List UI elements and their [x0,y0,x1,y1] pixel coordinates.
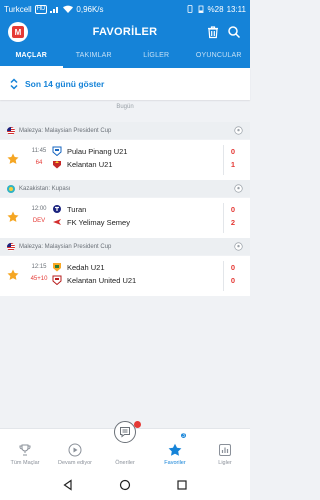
match-time: 12:00 [31,206,47,212]
tab-players[interactable]: OYUNCULAR [188,46,251,68]
search-icon[interactable] [227,25,241,39]
kedah-crest-icon [53,263,61,272]
star-icon [168,443,182,456]
match-row[interactable]: 12:00 DEV Turan FK Yelimay Semey 0 2 [0,198,250,238]
match-row[interactable]: 11:45 64 Pulau Pinang U21 Kelantan U21 0… [0,140,250,180]
home-team: Turan [53,205,87,214]
nav-all-matches[interactable]: Tüm Maçlar [0,429,50,470]
app-bar: M FAVORİLER [0,18,250,46]
tab-leagues[interactable]: LİGLER [125,46,188,68]
league-name: Malezya: Malaysian President Cup [19,127,112,134]
league-name: Malezya: Malaysian President Cup [19,243,112,250]
tab-matches[interactable]: MAÇLAR [0,46,63,68]
home-score: 0 [230,263,235,272]
system-navigation [0,470,250,500]
away-score: 2 [230,218,235,227]
home-team-name: Pulau Pinang U21 [67,147,128,156]
away-team-name: Kelantan U21 [67,160,113,169]
home-icon[interactable] [119,479,131,491]
home-team: Pulau Pinang U21 [52,146,128,156]
tab-bar: MAÇLAR TAKIMLAR LİGLER OYUNCULAR [0,46,250,68]
away-team: Kelantan United U21 [52,275,137,285]
home-team: Kedah U21 [53,263,105,272]
network-speed: 0,96K/s [76,4,104,14]
away-team-name: FK Yelimay Semey [67,218,130,227]
home-team-name: Turan [67,205,87,214]
favorite-star-icon[interactable] [7,153,19,165]
match-time: 11:45 [31,148,47,154]
league-header[interactable]: Malezya: Malaysian President Cup [0,122,250,139]
expand-arrows-icon [10,78,18,90]
nav-tips[interactable]: Öneriler [100,421,150,470]
signal-icon [50,7,59,13]
home-score: 0 [230,205,235,214]
tips-icon [114,421,136,443]
match-minute: 45+10 [30,276,48,282]
notification-dot [134,421,141,428]
match-time: 12:15 [31,264,47,270]
home-team-name: Kedah U21 [67,263,105,272]
nav-leagues[interactable]: Ligler [200,429,250,470]
bottom-navigation: Tüm Maçlar Devam ediyor Öneriler 3 Favor… [0,421,250,470]
trash-icon[interactable] [206,25,220,39]
league-name: Kazakistan: Kupası [19,185,71,192]
turan-crest-icon [53,205,61,213]
yelimay-crest-icon [53,219,61,225]
nav-favorites[interactable]: 3 Favoriler [150,429,200,470]
day-label: Bugün [116,104,134,110]
pulau-pinang-crest-icon [52,146,62,156]
favorite-star-icon[interactable] [7,269,19,281]
carrier-name: Turkcell [4,4,32,14]
away-team: FK Yelimay Semey [53,218,130,227]
tab-teams[interactable]: TAKIMLAR [63,46,126,68]
score-divider [223,203,224,233]
status-bar: Turkcell HD 0,96K/s %28 13:11 [0,0,250,18]
filter-label: Son 14 günü göster [25,79,105,89]
away-team-name: Kelantan United U21 [67,276,137,285]
football-icon [234,126,243,135]
date-range-filter[interactable]: Son 14 günü göster [0,68,250,100]
bar-chart-icon [219,444,231,456]
kelantan-united-crest-icon [52,275,62,285]
league-header[interactable]: Kazakistan: Kupası [0,180,250,197]
league-header[interactable]: Malezya: Malaysian President Cup [0,238,250,255]
nav-label: Tüm Maçlar [10,460,40,466]
nav-label: Öneriler [115,460,135,466]
malaysia-flag-icon [7,242,15,251]
score-divider [223,145,224,175]
vibrate-icon [187,5,192,13]
kelantan-crest-icon [53,161,61,169]
play-icon [68,443,82,457]
football-icon [234,242,243,251]
malaysia-flag-icon [7,126,15,135]
battery-icon [198,5,203,13]
football-icon [234,184,243,193]
match-minute: 64 [35,160,43,166]
favorite-star-icon[interactable] [7,211,19,223]
trophy-icon [19,444,31,456]
nav-label: Devam ediyor [58,460,92,466]
nav-label: Favoriler [164,460,186,466]
clock: 13:11 [226,4,246,14]
match-row[interactable]: 12:15 45+10 Kedah U21 Kelantan United U2… [0,256,250,296]
recents-icon[interactable] [176,479,188,491]
away-score: 0 [230,276,235,285]
favorites-count-badge: 3 [180,432,187,439]
match-status: DEV [32,218,46,224]
nav-live[interactable]: Devam ediyor [50,429,100,470]
away-score: 1 [230,160,235,169]
wifi-icon [63,5,74,13]
score-divider [223,261,224,291]
back-icon[interactable] [62,479,74,491]
battery-level: %28 [207,4,224,14]
network-badge: HD [34,4,48,14]
kazakhstan-flag-icon [7,184,15,193]
nav-label: Ligler [218,460,232,466]
home-score: 0 [230,147,235,156]
away-team: Kelantan U21 [53,160,113,169]
